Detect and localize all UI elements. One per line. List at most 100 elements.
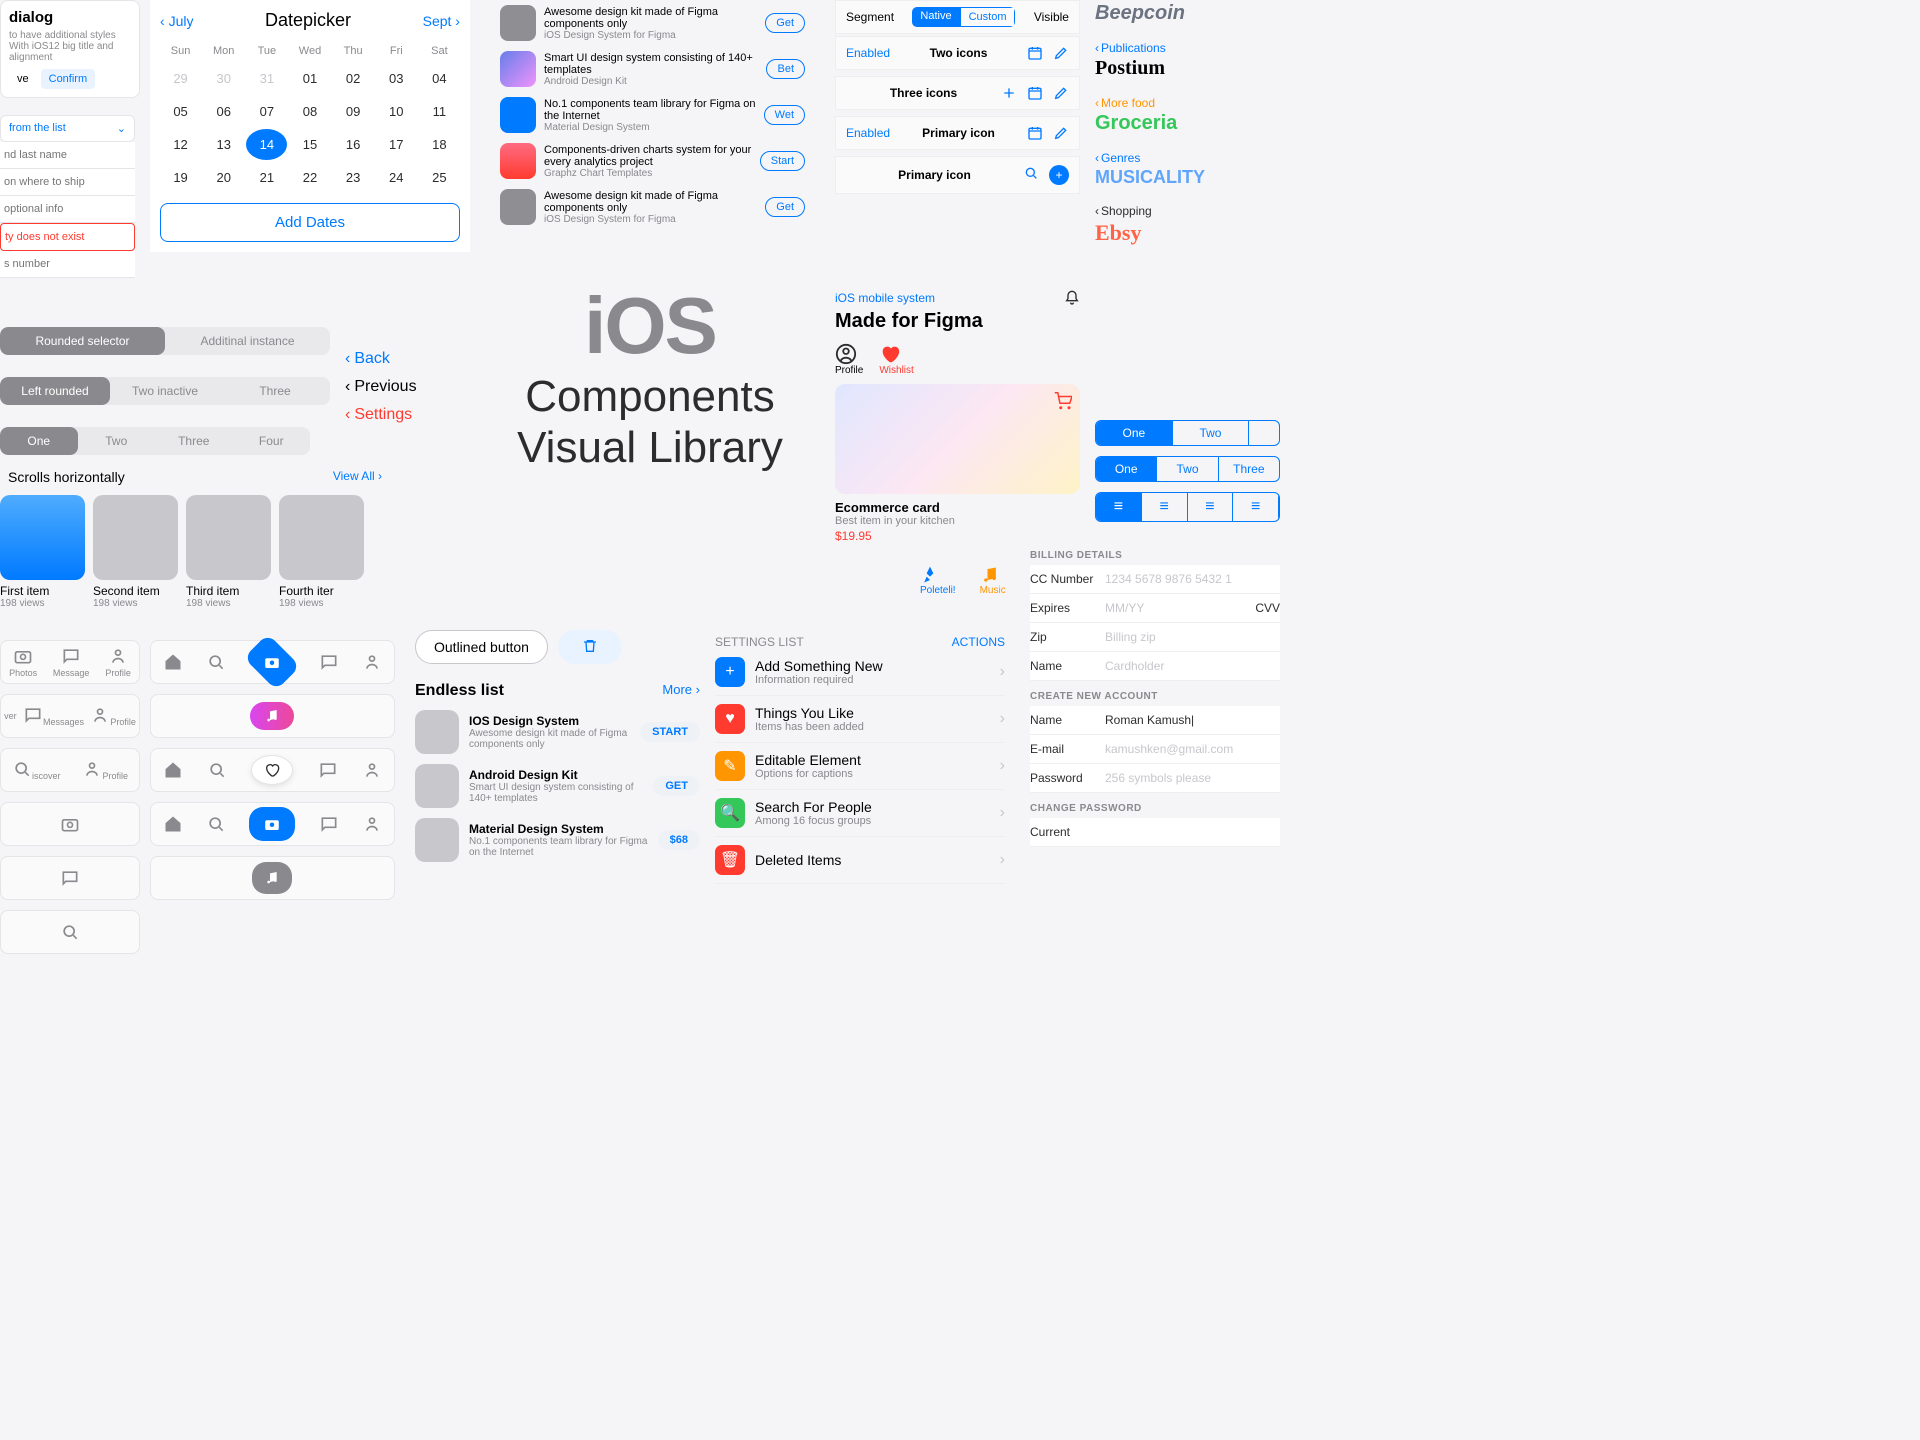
dp-day[interactable]: 14 [246, 129, 287, 160]
billing-row[interactable]: CC Number1234 5678 9876 5432 1 [1030, 565, 1280, 594]
brand-back-link[interactable]: ‹ Publications [1095, 41, 1280, 55]
dp-prev-month[interactable]: ‹ July [160, 13, 193, 29]
app-item[interactable]: No.1 components team library for Figma o… [500, 92, 805, 138]
dp-day[interactable]: 08 [289, 96, 330, 127]
dp-day[interactable]: 23 [333, 162, 374, 193]
tabbar[interactable] [150, 640, 395, 684]
previous-link[interactable]: ‹Previous [345, 378, 417, 396]
dp-day[interactable]: 06 [203, 96, 244, 127]
billing-row[interactable]: ExpiresMM/YYCVV [1030, 594, 1280, 623]
dp-day[interactable]: 13 [203, 129, 244, 160]
billing-row[interactable]: E-mailkamushken@gmail.com [1030, 735, 1280, 764]
scroll-card[interactable]: Fourth iter198 views [279, 495, 364, 609]
rocket-item[interactable]: Poleteli! [920, 565, 956, 596]
dp-day[interactable]: 10 [376, 96, 417, 127]
scroll-card[interactable]: Third item198 views [186, 495, 271, 609]
settings-item[interactable]: +Add Something NewInformation required› [715, 649, 1005, 696]
input-ship[interactable] [0, 169, 135, 196]
dp-day-muted[interactable]: 30 [203, 63, 244, 94]
tabbar[interactable]: Photos Message Profile [0, 640, 140, 684]
seg-2[interactable]: Left roundedTwo inactiveThree [0, 377, 330, 405]
app-item[interactable]: Smart UI design system consisting of 140… [500, 46, 805, 92]
music-pill-gray[interactable] [252, 862, 292, 894]
endless-item[interactable]: Android Design KitSmart UI design system… [415, 764, 700, 808]
dp-next-month[interactable]: Sept › [423, 13, 460, 29]
brand-back-link[interactable]: ‹ More food [1095, 96, 1280, 110]
input-optional[interactable] [0, 196, 135, 223]
dp-day[interactable]: 07 [246, 96, 287, 127]
ecommerce-card[interactable] [835, 384, 1080, 494]
dp-day[interactable]: 01 [289, 63, 330, 94]
brand-back-link[interactable]: ‹ Genres [1095, 151, 1280, 165]
endless-item[interactable]: IOS Design SystemAwesome design kit made… [415, 710, 700, 754]
wishlist-tab[interactable]: Wishlist [879, 343, 913, 376]
billing-row[interactable]: ZipBilling zip [1030, 623, 1280, 652]
dialog-save[interactable]: ve [9, 69, 37, 89]
billing-row[interactable]: NameCardholder [1030, 652, 1280, 681]
bell-icon[interactable] [1064, 290, 1080, 306]
scroll-card[interactable]: Second item198 views [93, 495, 178, 609]
endless-action-button[interactable]: START [640, 722, 700, 742]
tabbar[interactable] [150, 748, 395, 792]
tabbar[interactable] [150, 802, 395, 846]
input-error[interactable] [0, 223, 135, 251]
music-pill[interactable] [250, 702, 294, 730]
dp-day[interactable]: 22 [289, 162, 330, 193]
dp-day[interactable]: 21 [246, 162, 287, 193]
app-item[interactable]: Awesome design kit made of Figma compone… [500, 0, 805, 46]
app-action-button[interactable]: Get [765, 13, 805, 33]
segb-1[interactable]: OneTwo [1095, 420, 1280, 446]
tabbar[interactable]: ver Messages Profile [0, 694, 140, 738]
tabbar[interactable] [0, 802, 140, 846]
endless-item[interactable]: Material Design SystemNo.1 components te… [415, 818, 700, 862]
app-item[interactable]: Awesome design kit made of Figma compone… [500, 184, 805, 230]
tabbar[interactable] [0, 910, 140, 954]
app-action-button[interactable]: Get [765, 197, 805, 217]
tabbar[interactable] [150, 694, 395, 738]
tabbar[interactable]: iscover Profile [0, 748, 140, 792]
billing-row[interactable]: Current [1030, 818, 1280, 847]
input-lastname[interactable] [0, 142, 135, 169]
billing-row[interactable]: Password256 symbols please [1030, 764, 1280, 793]
outlined-button[interactable]: Outlined button [415, 630, 548, 664]
dialog-confirm[interactable]: Confirm [41, 69, 96, 89]
settings-item[interactable]: 🗑Deleted Items› [715, 837, 1005, 884]
dp-day[interactable]: 19 [160, 162, 201, 193]
dp-day[interactable]: 24 [376, 162, 417, 193]
input-number[interactable] [0, 251, 135, 278]
dp-day[interactable]: 25 [419, 162, 460, 193]
tabbar[interactable] [150, 856, 395, 900]
add-dates-button[interactable]: Add Dates [160, 203, 460, 242]
camera-pill[interactable] [244, 634, 301, 691]
dp-day[interactable]: 03 [376, 63, 417, 94]
native-custom-toggle[interactable]: NativeCustom [912, 7, 1015, 27]
trash-button[interactable] [558, 630, 622, 664]
more-link[interactable]: More › [662, 682, 700, 700]
settings-item[interactable]: ♥Things You LikeItems has been added› [715, 696, 1005, 743]
dp-day[interactable]: 16 [333, 129, 374, 160]
seg-3[interactable]: OneTwoThreeFour [0, 427, 310, 455]
billing-row[interactable]: NameRoman Kamush| [1030, 706, 1280, 735]
dp-day[interactable]: 04 [419, 63, 460, 94]
app-action-button[interactable]: Start [760, 151, 805, 171]
seg-1[interactable]: Rounded selectorAdditinal instance [0, 327, 330, 355]
scroll-card[interactable]: First item198 views [0, 495, 85, 609]
tabbar[interactable] [0, 856, 140, 900]
back-link[interactable]: ‹Back [345, 350, 417, 368]
camera-pill[interactable] [249, 807, 295, 841]
dp-day[interactable]: 02 [333, 63, 374, 94]
brand-back-link[interactable]: ‹ Shopping [1095, 204, 1280, 218]
endless-action-button[interactable]: $68 [658, 830, 700, 850]
select-dropdown[interactable]: from the list⌄ [0, 115, 135, 142]
endless-action-button[interactable]: GET [653, 776, 700, 796]
dp-day[interactable]: 17 [376, 129, 417, 160]
settings-item[interactable]: 🔍Search For PeopleAmong 16 focus groups› [715, 790, 1005, 837]
dp-day[interactable]: 12 [160, 129, 201, 160]
music-item[interactable]: Music [980, 565, 1006, 596]
align-row[interactable]: ≡≡≡≡ [1095, 492, 1280, 522]
dp-day[interactable]: 20 [203, 162, 244, 193]
dp-day[interactable]: 05 [160, 96, 201, 127]
actions-link[interactable]: ACTIONS [952, 635, 1005, 649]
dp-day[interactable]: 09 [333, 96, 374, 127]
dp-day[interactable]: 15 [289, 129, 330, 160]
